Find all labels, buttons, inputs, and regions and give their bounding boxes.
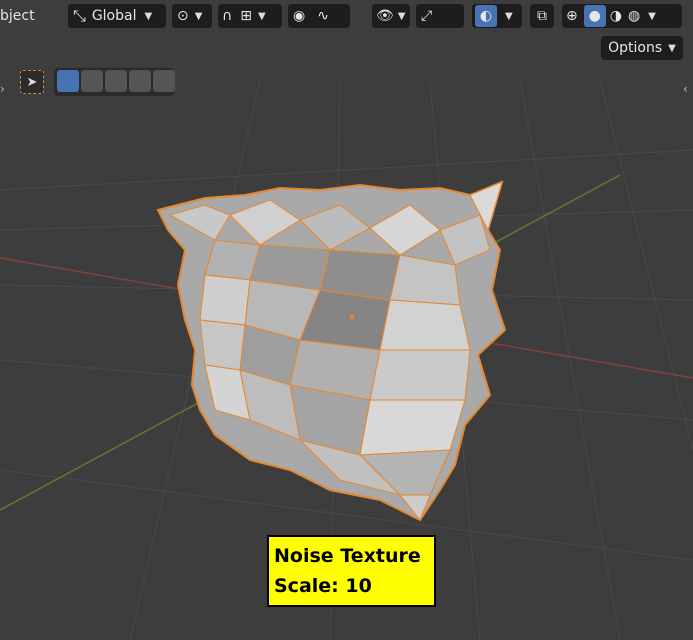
shading-mode-group[interactable]: ⊕ ● ◑ ◍ ▼ bbox=[562, 4, 682, 28]
xray-toggle[interactable]: ⧉ bbox=[530, 4, 554, 28]
mode-label: bject bbox=[0, 8, 35, 24]
snap-controls[interactable]: ∩ ⊞ ▼ bbox=[218, 4, 282, 28]
visibility-dropdown[interactable]: 👁 ▼ bbox=[372, 4, 410, 28]
tool-settings-bar: ➤ Options ▼ bbox=[0, 34, 693, 96]
solid-shading-icon[interactable]: ● bbox=[583, 5, 606, 27]
chevron-down-icon: ▼ bbox=[194, 10, 203, 22]
xray-icon: ⧉ bbox=[537, 8, 547, 24]
transform-orientation-dropdown[interactable]: ⤡ Global ▼ bbox=[68, 4, 166, 28]
falloff-icon: ∿ bbox=[317, 8, 329, 24]
left-panel-toggle[interactable]: › bbox=[0, 82, 10, 100]
chevron-down-icon: ▼ bbox=[648, 10, 656, 22]
right-panel-toggle[interactable]: ‹ bbox=[683, 82, 693, 100]
material-shading-icon[interactable]: ◑ bbox=[610, 8, 622, 24]
visibility-icon: 👁 bbox=[376, 8, 394, 24]
proportional-edit-icon: ◉ bbox=[293, 8, 306, 24]
select-extend-icon[interactable] bbox=[81, 70, 103, 92]
label-line-scale: Scale: 10 bbox=[274, 575, 372, 597]
select-box-icon[interactable] bbox=[57, 70, 79, 92]
proportional-edit-controls[interactable]: ◉ ∿ bbox=[288, 4, 350, 28]
object-origin bbox=[349, 314, 355, 320]
transform-orientation-label: Global bbox=[91, 8, 137, 24]
transform-orientation-icon: ⤡ bbox=[73, 6, 86, 25]
snap-increment-icon: ⊞ bbox=[240, 8, 252, 24]
gizmo-icon: ⤢ bbox=[421, 8, 433, 24]
chevron-down-icon: ▼ bbox=[505, 10, 513, 22]
chevron-down-icon: ▼ bbox=[397, 10, 406, 22]
options-label: Options bbox=[608, 40, 663, 56]
overlay-icon: ◐ bbox=[475, 5, 497, 27]
chevron-down-icon: ▼ bbox=[668, 42, 676, 54]
snap-icon: ∩ bbox=[222, 8, 233, 24]
label-line-title: Noise Texture bbox=[274, 545, 421, 567]
options-dropdown[interactable]: Options ▼ bbox=[601, 36, 683, 60]
rendered-shading-icon[interactable]: ◍ bbox=[628, 8, 640, 24]
pivot-point-dropdown[interactable]: ⊙ ▼ bbox=[172, 4, 212, 28]
noise-texture-label: Noise Texture Scale: 10 bbox=[267, 535, 436, 607]
viewport-header: bject ⤡ Global ▼ ⊙ ▼ ∩ ⊞ ▼ ◉ ∿ 👁 ▼ ⤢ ◐ ▼… bbox=[0, 0, 693, 34]
select-tool-icon[interactable]: ➤ bbox=[20, 70, 44, 94]
overlay-controls[interactable]: ◐ ▼ bbox=[472, 4, 522, 28]
select-invert-icon[interactable] bbox=[129, 70, 151, 92]
select-subtract-icon[interactable] bbox=[105, 70, 127, 92]
chevron-down-icon: ▼ bbox=[144, 10, 153, 22]
select-intersect-icon[interactable] bbox=[153, 70, 175, 92]
pivot-icon: ⊙ bbox=[177, 8, 189, 24]
wireframe-shading-icon[interactable]: ⊕ bbox=[566, 8, 578, 24]
mode-selector[interactable]: bject bbox=[0, 4, 50, 28]
gizmo-controls[interactable]: ⤢ bbox=[416, 4, 464, 28]
chevron-down-icon: ▼ bbox=[257, 10, 266, 22]
